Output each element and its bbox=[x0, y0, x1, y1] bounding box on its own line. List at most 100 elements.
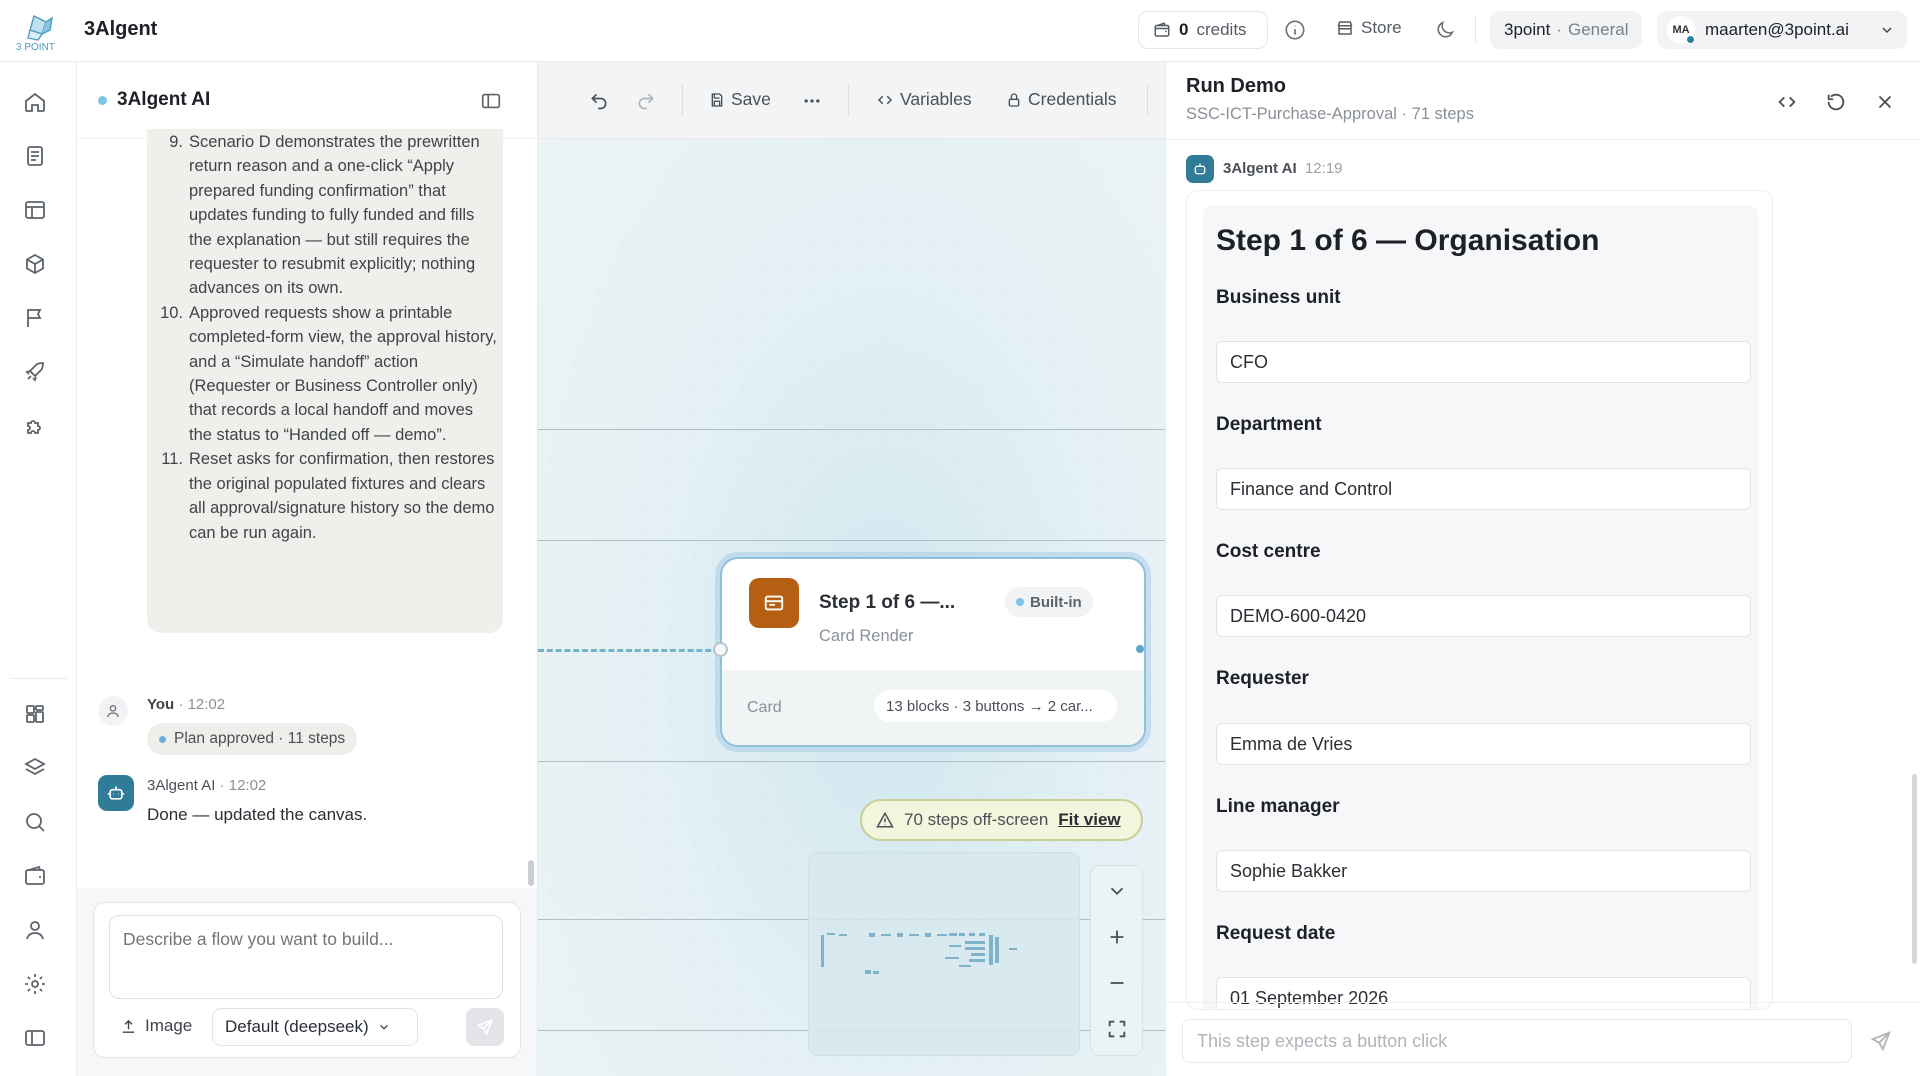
bot-icon bbox=[107, 786, 125, 800]
wallet-icon[interactable] bbox=[23, 864, 47, 888]
redo-icon[interactable] bbox=[636, 91, 656, 111]
puzzle-icon[interactable] bbox=[23, 415, 47, 439]
lock-icon bbox=[1008, 92, 1020, 107]
left-rail bbox=[0, 62, 77, 1076]
apps-icon[interactable] bbox=[23, 702, 47, 726]
moon-icon[interactable] bbox=[1434, 19, 1456, 41]
zoom-in-icon[interactable] bbox=[1106, 926, 1128, 948]
avatar: MA bbox=[1667, 16, 1695, 44]
image-label: Image bbox=[145, 1016, 193, 1035]
user-icon bbox=[107, 705, 119, 718]
lane-line bbox=[538, 540, 1165, 541]
info-icon[interactable] bbox=[1284, 19, 1306, 41]
footer-divider bbox=[1166, 1002, 1920, 1003]
form-card: Step 1 of 6 — Organisation Business unit… bbox=[1186, 190, 1773, 1010]
plan-item: 9. Scenario D demonstrates the prewritte… bbox=[167, 130, 497, 301]
wallet-icon bbox=[1154, 22, 1170, 37]
prompt-input[interactable] bbox=[109, 915, 503, 999]
close-icon[interactable] bbox=[1874, 91, 1896, 113]
field-label: Requester bbox=[1216, 668, 1309, 689]
credentials-button[interactable]: Credentials bbox=[1006, 89, 1117, 110]
run-input[interactable]: This step expects a button click bbox=[1182, 1019, 1852, 1063]
chat-header: 3Algent AI bbox=[77, 62, 537, 139]
zoom-out-icon[interactable] bbox=[1106, 972, 1128, 994]
more-icon[interactable] bbox=[802, 91, 822, 111]
department-field[interactable]: Finance and Control bbox=[1216, 468, 1751, 510]
workspace-switcher[interactable]: 3point · General bbox=[1490, 11, 1643, 49]
workspace-name: General bbox=[1568, 20, 1629, 39]
run-scrollbar[interactable] bbox=[1912, 774, 1917, 964]
request-date-field[interactable]: 01 September 2026 bbox=[1216, 977, 1751, 1009]
message-time: 12:02 bbox=[187, 696, 226, 713]
layers-icon[interactable] bbox=[23, 756, 47, 780]
chat-scrollbar[interactable] bbox=[528, 860, 534, 886]
node-title: Step 1 of 6 —... bbox=[819, 592, 956, 613]
chat-title: 3Algent AI bbox=[117, 89, 211, 110]
flow-node[interactable]: Step 1 of 6 —... Built-in Card Render Ca… bbox=[720, 557, 1146, 747]
rocket-icon[interactable] bbox=[23, 360, 47, 384]
status-dot bbox=[159, 735, 166, 743]
user-menu[interactable]: MA maarten@3point.ai bbox=[1657, 11, 1907, 49]
line-manager-field[interactable]: Sophie Bakker bbox=[1216, 850, 1751, 892]
message-time: 12:19 bbox=[1304, 160, 1343, 177]
cost-centre-field[interactable]: DEMO-600-0420 bbox=[1216, 595, 1751, 637]
requester-field[interactable]: Emma de Vries bbox=[1216, 723, 1751, 765]
undo-icon[interactable] bbox=[589, 91, 609, 111]
node-subtitle: Card Render bbox=[819, 627, 914, 645]
settings-icon[interactable] bbox=[23, 972, 47, 996]
send-icon[interactable] bbox=[1870, 1030, 1892, 1052]
flow-canvas[interactable]: Save Variables Credentials Step 1 of 6 —… bbox=[538, 62, 1165, 1076]
credentials-label: Credentials bbox=[1028, 89, 1117, 109]
bot-avatar bbox=[1186, 155, 1214, 183]
offscreen-notice: 70 steps off-screen Fit view bbox=[860, 799, 1143, 841]
node-output-handle[interactable] bbox=[1136, 645, 1144, 653]
plan-approved-text: Plan approved · 11 steps bbox=[174, 730, 346, 747]
field-label: Request date bbox=[1216, 923, 1336, 944]
credits-badge[interactable]: 0 credits bbox=[1138, 11, 1268, 49]
business-unit-field[interactable]: CFO bbox=[1216, 341, 1751, 383]
node-input-handle[interactable] bbox=[713, 642, 728, 657]
variables-button[interactable]: Variables bbox=[876, 89, 972, 110]
chevron-down-icon bbox=[1882, 27, 1892, 34]
chevron-down-icon bbox=[379, 1024, 388, 1030]
toolbar-divider bbox=[1147, 85, 1148, 115]
header-divider bbox=[1166, 139, 1920, 140]
package-icon[interactable] bbox=[23, 252, 47, 276]
lane-line bbox=[538, 429, 1165, 430]
code-icon bbox=[877, 95, 893, 104]
search-icon[interactable] bbox=[23, 810, 47, 834]
logo[interactable]: 3 POINT bbox=[14, 12, 70, 52]
node-footer-value: 13 blocks · 3 buttons → 2 car... bbox=[874, 690, 1117, 722]
user-icon[interactable] bbox=[23, 918, 47, 942]
code-icon[interactable] bbox=[1776, 91, 1798, 113]
send-button[interactable] bbox=[466, 1008, 504, 1046]
document-icon[interactable] bbox=[23, 144, 47, 168]
user-avatar bbox=[98, 696, 128, 726]
restart-icon[interactable] bbox=[1825, 91, 1847, 113]
layout-icon[interactable] bbox=[23, 198, 47, 222]
fullscreen-icon[interactable] bbox=[1106, 1018, 1128, 1040]
store-label: Store bbox=[1361, 18, 1402, 37]
field-label: Department bbox=[1216, 414, 1322, 435]
workspace-org: 3point bbox=[1504, 20, 1551, 39]
card-icon bbox=[749, 578, 799, 628]
plan-list: 9. Scenario D demonstrates the prewritte… bbox=[160, 130, 497, 545]
flag-icon[interactable] bbox=[23, 306, 47, 330]
status-dot bbox=[1016, 598, 1024, 606]
app-name: 3Algent bbox=[84, 18, 158, 40]
model-select[interactable]: Default (deepseek) bbox=[212, 1008, 418, 1046]
fit-view-link[interactable]: Fit view bbox=[1058, 810, 1120, 830]
divider bbox=[1475, 16, 1476, 44]
sidebar-toggle-icon[interactable] bbox=[480, 90, 502, 112]
save-button[interactable]: Save bbox=[709, 89, 771, 110]
variables-label: Variables bbox=[900, 89, 972, 109]
image-upload-button[interactable]: Image bbox=[120, 1016, 192, 1036]
home-icon[interactable] bbox=[23, 90, 47, 114]
bot-message-meta: 3Algent AI · 12:02 bbox=[147, 777, 267, 794]
warning-icon bbox=[876, 811, 894, 828]
chevron-down-icon[interactable] bbox=[1106, 880, 1128, 902]
bot-avatar bbox=[98, 775, 134, 811]
store-button[interactable]: Store bbox=[1336, 18, 1402, 38]
minimap[interactable] bbox=[808, 852, 1080, 1056]
sidebar-icon[interactable] bbox=[23, 1026, 47, 1050]
